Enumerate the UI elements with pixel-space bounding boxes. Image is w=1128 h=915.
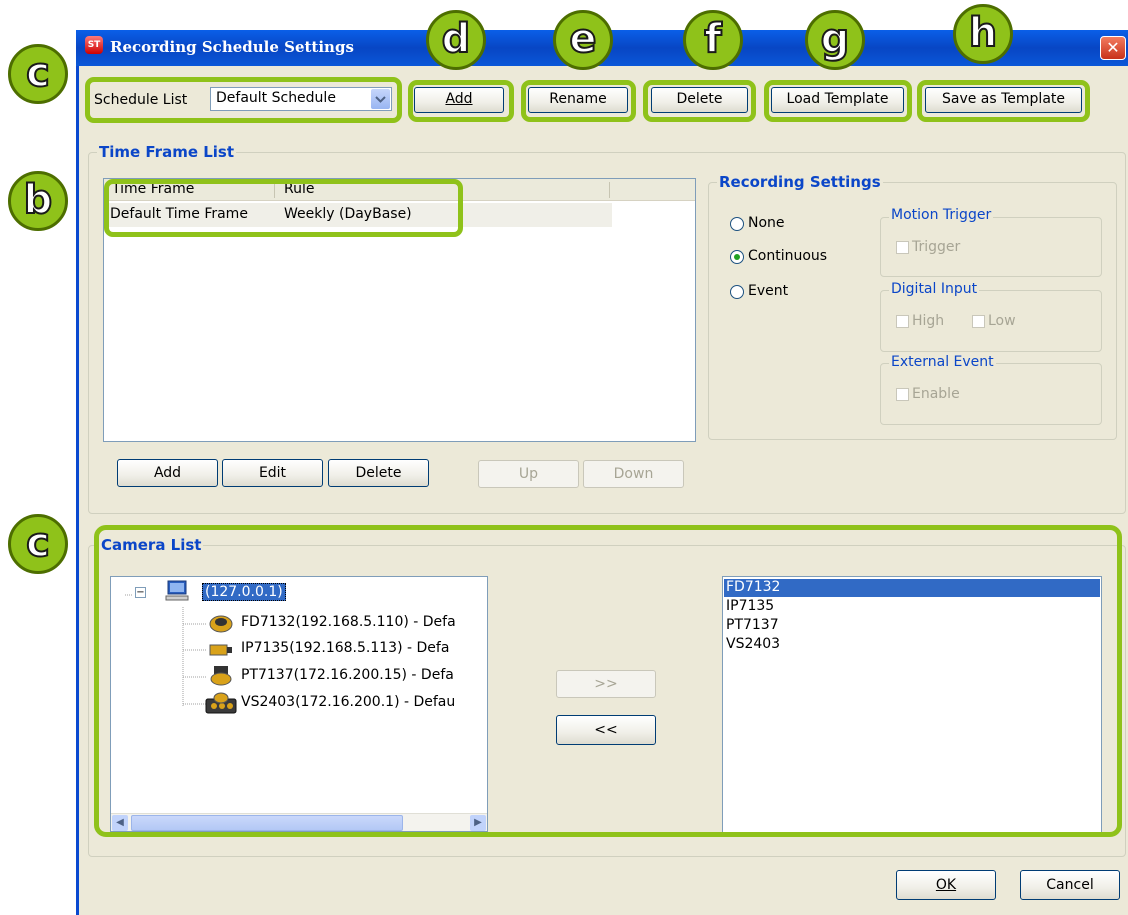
- trigger-checkbox[interactable]: [896, 241, 909, 254]
- time-frame-group-label: Time Frame List: [97, 143, 237, 161]
- time-frame-row-highlight: [104, 179, 463, 237]
- move-up-label: Up: [518, 466, 539, 482]
- cancel-button[interactable]: Cancel: [1020, 870, 1120, 900]
- badge-h-save: h: [953, 4, 1013, 64]
- motion-trigger-label: Motion Trigger: [889, 207, 994, 223]
- radio-continuous[interactable]: Continuous: [730, 248, 860, 268]
- column-divider[interactable]: [609, 182, 610, 198]
- app-icon: ST: [85, 36, 103, 54]
- high-checkbox[interactable]: [896, 315, 909, 328]
- radio-continuous-circle[interactable]: [730, 250, 744, 264]
- delete-time-frame-label: Delete: [355, 465, 402, 481]
- badge-c-schedule: c: [8, 44, 68, 104]
- load-template-highlight: [764, 80, 912, 122]
- radio-event-circle[interactable]: [730, 285, 744, 299]
- close-button[interactable]: ✕: [1100, 36, 1126, 60]
- badge-e-rename: e: [553, 10, 613, 70]
- low-checkbox-label: Low: [988, 313, 1016, 329]
- external-event-label: External Event: [889, 354, 996, 370]
- add-time-frame-button[interactable]: Add: [117, 459, 218, 487]
- radio-event[interactable]: Event: [730, 283, 840, 303]
- delete-time-frame-button[interactable]: Delete: [328, 459, 429, 487]
- camera-list-highlight: [94, 525, 1122, 837]
- move-down-button[interactable]: Down: [583, 460, 684, 488]
- cancel-label: Cancel: [1046, 877, 1094, 893]
- radio-continuous-label: Continuous: [748, 248, 828, 264]
- badge-f-delete: f: [683, 10, 743, 70]
- badge-g-load: g: [805, 10, 865, 70]
- trigger-checkbox-label: Trigger: [912, 239, 961, 255]
- add-time-frame-label: Add: [153, 465, 182, 481]
- badge-b-time-frame: b: [8, 171, 68, 231]
- move-down-label: Down: [613, 466, 654, 482]
- radio-event-label: Event: [748, 283, 789, 299]
- enable-checkbox[interactable]: [896, 388, 909, 401]
- radio-none[interactable]: None: [730, 215, 840, 235]
- digital-input-label: Digital Input: [889, 281, 980, 297]
- badge-c-camera: c: [8, 514, 68, 574]
- low-checkbox[interactable]: [972, 315, 985, 328]
- close-icon: ✕: [1106, 38, 1120, 57]
- radio-selected-dot: [734, 254, 740, 260]
- rename-highlight: [521, 80, 636, 122]
- add-highlight: [408, 80, 514, 122]
- schedule-list-highlight: [85, 77, 402, 123]
- high-checkbox-label: High: [912, 313, 945, 329]
- radio-none-label: None: [748, 215, 785, 231]
- enable-checkbox-label: Enable: [912, 386, 960, 402]
- move-up-button[interactable]: Up: [478, 460, 579, 488]
- save-template-highlight: [917, 80, 1090, 122]
- radio-none-circle[interactable]: [730, 217, 744, 231]
- badge-d-add: d: [426, 10, 486, 70]
- edit-time-frame-label: Edit: [258, 465, 287, 481]
- recording-settings-label: Recording Settings: [717, 173, 883, 191]
- edit-time-frame-button[interactable]: Edit: [222, 459, 323, 487]
- delete-highlight: [643, 80, 756, 122]
- ok-label: OK: [935, 877, 957, 893]
- ok-button[interactable]: OK: [896, 870, 996, 900]
- window-title: Recording Schedule Settings: [110, 38, 354, 56]
